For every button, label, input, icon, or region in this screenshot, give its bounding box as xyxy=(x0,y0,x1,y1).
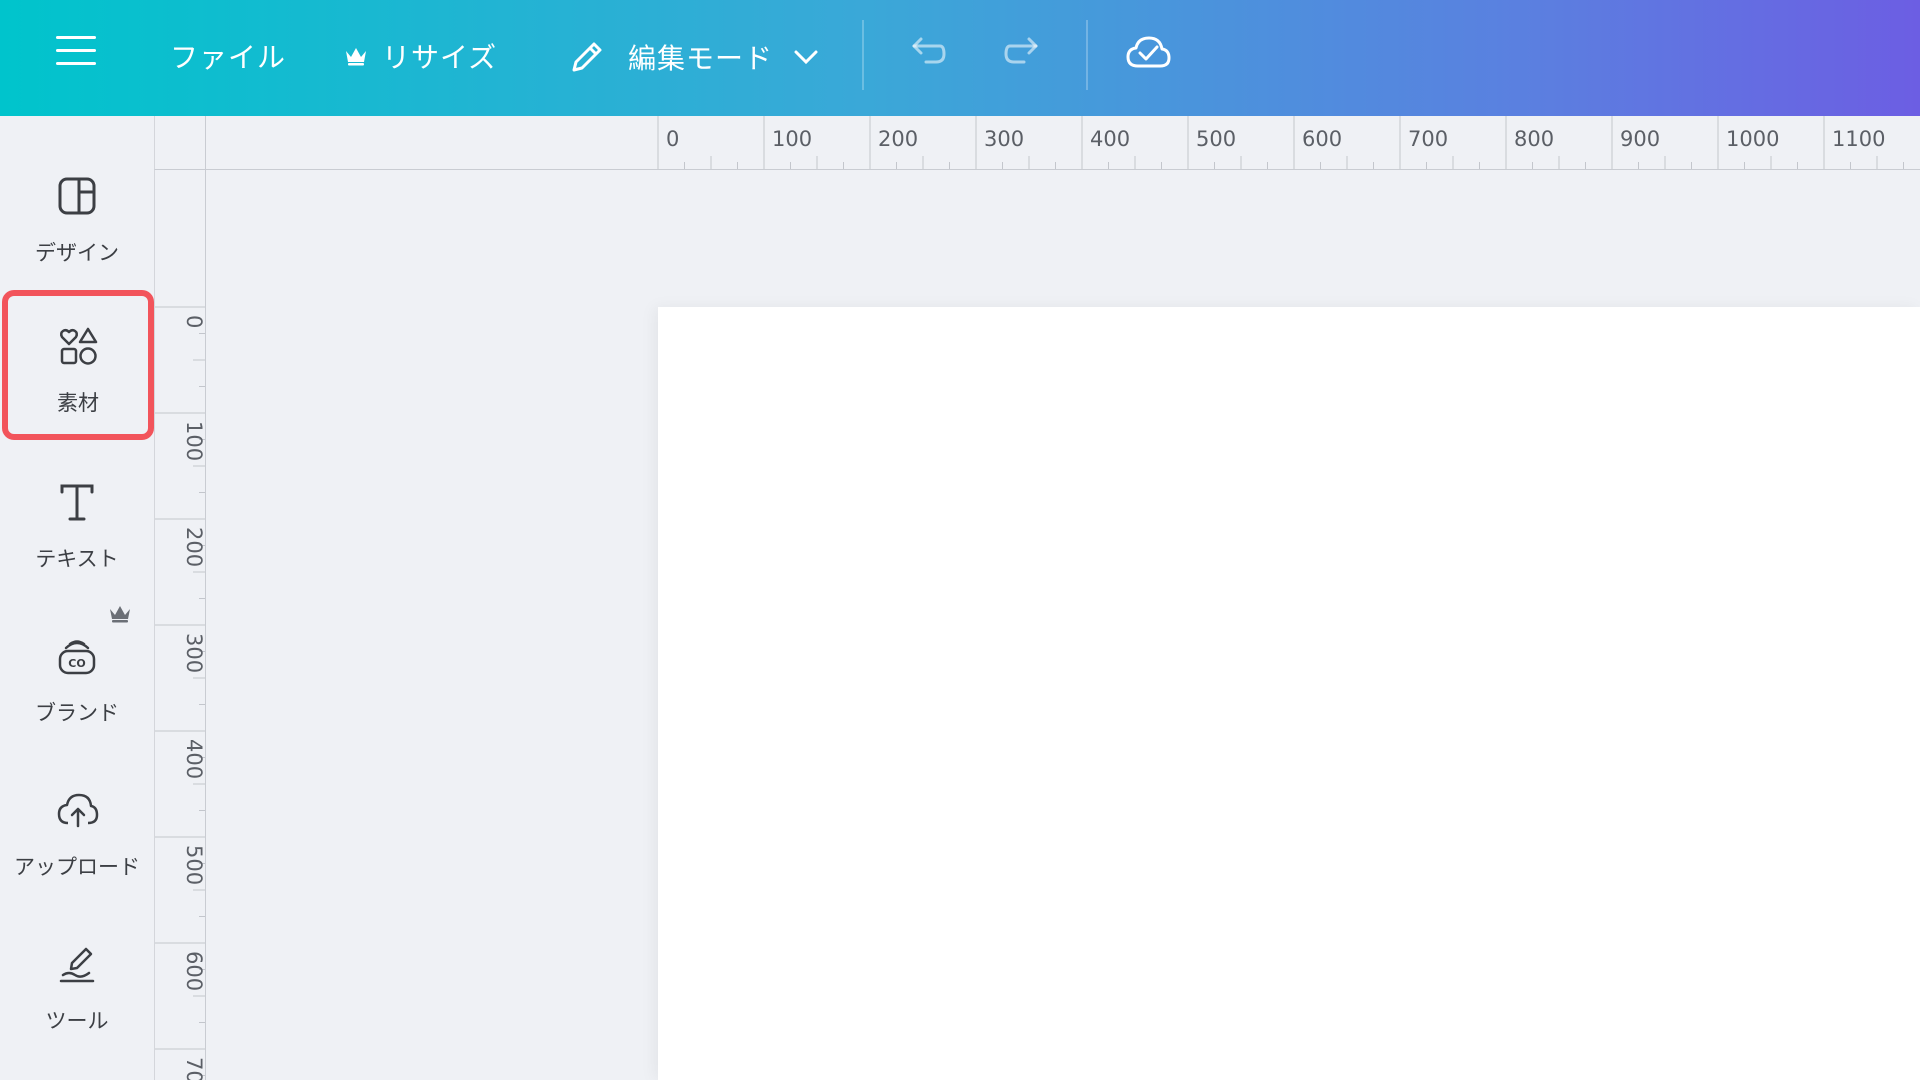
shapes-icon xyxy=(59,327,98,365)
ruler-label: 500 xyxy=(1196,127,1236,151)
toolbar-divider xyxy=(1086,20,1088,90)
brand-icon: CO xyxy=(58,640,96,675)
svg-text:CO: CO xyxy=(68,657,85,670)
resize-button[interactable]: リサイズ xyxy=(344,36,497,76)
ruler-label: 100 xyxy=(182,421,206,461)
chevron-down-icon xyxy=(794,50,818,65)
sidebar-item-elements[interactable]: 素材 xyxy=(2,290,154,440)
ruler-label: 400 xyxy=(182,739,206,779)
ruler-corner xyxy=(154,116,206,170)
ruler-label: 700 xyxy=(1408,127,1448,151)
sidebar-item-label: ツール xyxy=(45,1009,109,1033)
sidebar-item-label: テキスト xyxy=(35,547,119,571)
left-sidebar: デザイン 素材 テキスト CO ブランド アップロード ツール xyxy=(0,116,154,1080)
redo-icon[interactable] xyxy=(1000,30,1046,76)
cloud-upload-icon xyxy=(57,793,99,828)
crown-icon xyxy=(346,48,366,66)
horizontal-ruler: 0 100 200 300 400 500 600 700 800 900 1000 1100 xyxy=(206,116,1920,170)
toolbar-divider xyxy=(862,20,864,90)
undo-icon[interactable] xyxy=(904,30,950,76)
ruler-label: 100 xyxy=(772,127,812,151)
hamburger-menu-icon[interactable] xyxy=(56,36,96,72)
text-icon xyxy=(60,484,94,521)
ruler-label: 400 xyxy=(1090,127,1130,151)
sidebar-item-design[interactable]: デザイン xyxy=(0,140,154,290)
ruler-label: 1000 xyxy=(1726,127,1779,151)
sidebar-item-uploads[interactable]: アップロード xyxy=(0,754,154,904)
file-menu-button[interactable]: ファイル xyxy=(170,36,286,76)
edit-mode-dropdown[interactable]: 編集モード xyxy=(566,36,819,78)
premium-crown-icon xyxy=(110,606,130,623)
sidebar-item-label: デザイン xyxy=(35,241,119,265)
draw-tool-icon xyxy=(59,947,95,983)
ruler-label: 0 xyxy=(666,127,679,151)
sidebar-item-label: ブランド xyxy=(35,701,119,725)
ruler-label: 1100 xyxy=(1832,127,1885,151)
ruler-label: 200 xyxy=(878,127,918,151)
ruler-label: 800 xyxy=(1514,127,1554,151)
sidebar-item-label: 素材 xyxy=(57,391,99,415)
cloud-saved-icon[interactable] xyxy=(1124,30,1172,76)
ruler-label: 700 xyxy=(182,1057,206,1080)
top-toolbar: ファイル リサイズ 編集モード xyxy=(0,0,1920,116)
pencil-icon xyxy=(572,42,602,72)
design-canvas-page[interactable] xyxy=(658,307,1920,1080)
ruler-label: 500 xyxy=(182,845,206,885)
ruler-label: 600 xyxy=(182,951,206,991)
ruler-label: 200 xyxy=(182,527,206,567)
ruler-label: 0 xyxy=(182,315,206,328)
ruler-label: 600 xyxy=(1302,127,1342,151)
edit-mode-label: 編集モード xyxy=(628,42,774,75)
ruler-label: 300 xyxy=(984,127,1024,151)
ruler-label: 900 xyxy=(1620,127,1660,151)
sidebar-item-tools[interactable]: ツール xyxy=(0,908,154,1058)
sidebar-item-text[interactable]: テキスト xyxy=(0,446,154,596)
resize-label: リサイズ xyxy=(382,41,498,74)
sidebar-item-label: アップロード xyxy=(14,855,140,879)
layout-icon xyxy=(58,177,96,215)
ruler-label: 300 xyxy=(182,633,206,673)
vertical-ruler: 0 100 200 300 400 500 600 700 xyxy=(154,170,206,1080)
